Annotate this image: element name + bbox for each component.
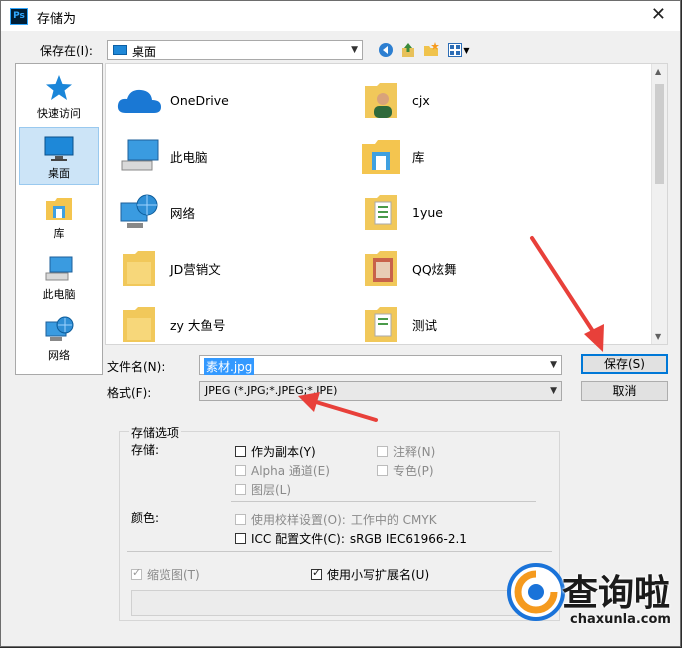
watermark-logo-icon [507, 563, 565, 621]
watermark: 查询啦 chaxunla.com [498, 556, 678, 642]
annotation-arrows [298, 236, 604, 422]
watermark-text: 查询啦 [562, 573, 671, 614]
arrow-to-save-icon [530, 236, 604, 352]
watermark-url: chaxunla.com [570, 612, 671, 627]
arrow-to-format-icon [298, 392, 378, 422]
